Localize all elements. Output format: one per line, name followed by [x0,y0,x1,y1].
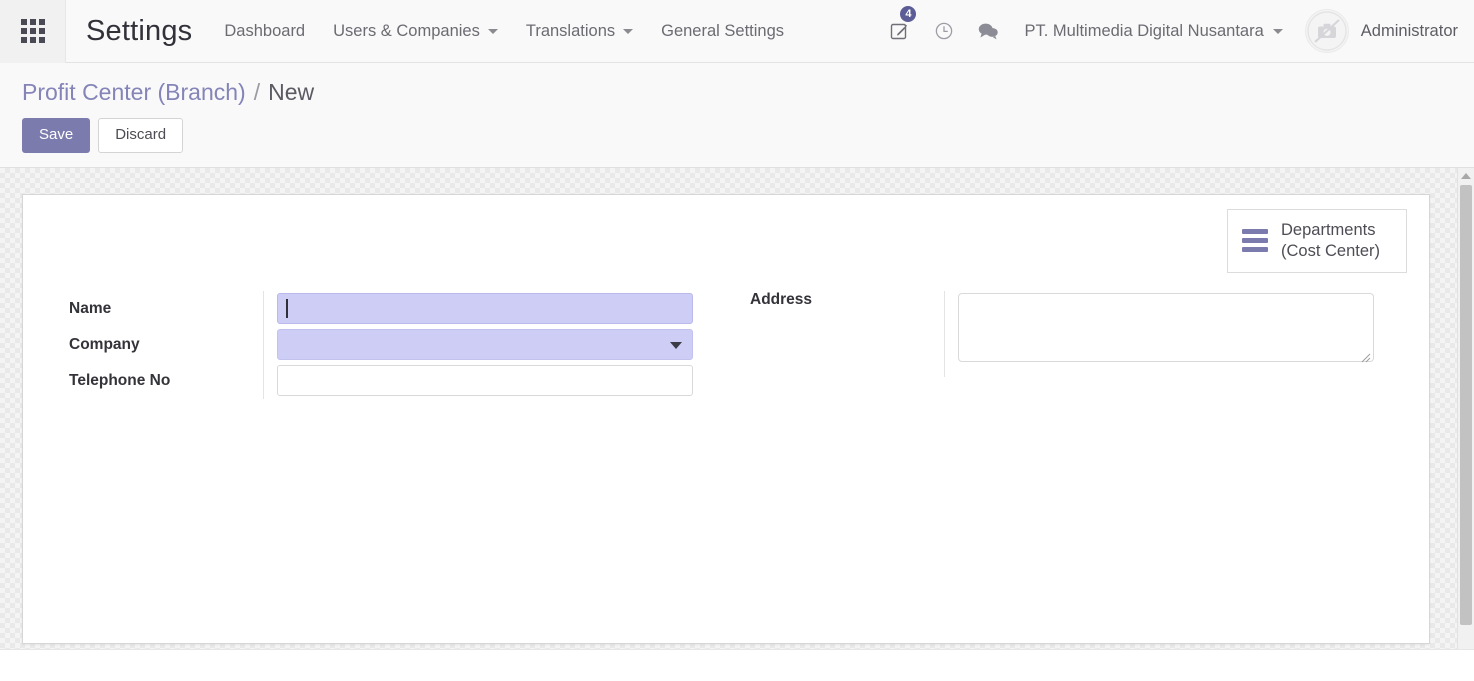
form-grid: Name Company Telephone No Address [45,290,1407,399]
avatar [1304,9,1349,53]
scrollbar-thumb[interactable] [1460,184,1472,625]
breadcrumb-parent[interactable]: Profit Center (Branch) [22,79,246,106]
breadcrumb-current: New [268,79,315,105]
field-row-address: Address [726,290,1407,381]
menu-item-label: Translations [525,21,616,40]
apps-menu-button[interactable] [0,0,66,63]
form-column-right: Address [726,290,1407,399]
breadcrumb: Profit Center (Branch) / New [22,79,1474,106]
smart-button-label: Departments (Cost Center) [1281,220,1380,262]
field-row-telephone: Telephone No [45,362,726,399]
menu-item-label: Dashboard [224,21,306,40]
company-switcher[interactable]: PT. Multimedia Digital Nusantara [1010,14,1296,49]
control-panel: Profit Center (Branch) / New Save Discar… [0,63,1474,168]
apps-grid-icon [20,19,45,43]
menu-item-label: Users & Companies [333,21,480,40]
chevron-up-icon [1461,173,1471,180]
company-input[interactable] [277,329,693,361]
text-cursor [286,299,288,319]
label-address: Address [750,290,813,308]
activities-button[interactable]: 4 [878,0,922,63]
address-textarea[interactable] [958,292,1374,362]
menu-item-general-settings[interactable]: General Settings [647,14,798,49]
form-column-left: Name Company Telephone No [45,290,726,399]
activities-badge: 4 [900,5,917,22]
discard-button[interactable]: Discard [98,118,184,153]
button-box: Departments (Cost Center) [45,208,1407,273]
clock-button[interactable] [922,0,966,63]
breadcrumb-separator: / [253,79,261,105]
chevron-down-icon [623,28,634,34]
top-navbar: Settings Dashboard Users & Companies Tra… [0,0,1474,63]
footer-strip [0,648,1474,655]
list-bars-icon [1242,229,1268,253]
vertical-scrollbar[interactable] [1457,167,1474,655]
menu-item-dashboard[interactable]: Dashboard [210,14,319,49]
menu-item-translations[interactable]: Translations [512,14,647,49]
chevron-down-icon [487,28,498,34]
company-name: PT. Multimedia Digital Nusantara [1024,21,1264,40]
label-company: Company [69,335,140,353]
scroll-up-button[interactable] [1458,167,1474,185]
name-input[interactable] [277,293,693,325]
label-telephone: Telephone No [69,371,171,389]
app-brand-title[interactable]: Settings [66,15,210,48]
smart-button-line1: Departments [1281,220,1376,239]
record-actions: Save Discard [22,118,1474,153]
company-select-wrap [277,329,693,361]
address-field-wrap [958,292,1374,367]
clock-icon [936,22,953,40]
save-button[interactable]: Save [22,118,91,153]
field-row-name: Name [45,290,726,327]
username-label: Administrator [1360,21,1458,40]
user-menu[interactable]: Administrator [1297,9,1474,53]
name-field-wrap [277,293,693,325]
settings-app-window: Settings Dashboard Users & Companies Tra… [0,0,1474,681]
sheet-wrapper: Departments (Cost Center) Name Company T… [0,168,1460,644]
label-name: Name [69,299,112,317]
chevron-down-icon [1272,28,1283,34]
chat-bubble-icon [979,23,999,40]
messages-button[interactable] [966,0,1010,63]
menu-item-label: General Settings [661,21,785,40]
record-sheet: Departments (Cost Center) Name Company T… [22,193,1430,644]
no-camera-avatar-icon [1307,11,1347,51]
field-row-company: Company [45,326,726,363]
pencil-note-icon [891,23,908,40]
systray: 4 PT. Multimedia Digital Nusantara Admin… [878,0,1474,63]
main-menu: Dashboard Users & Companies Translations… [210,14,798,49]
menu-item-users-companies[interactable]: Users & Companies [319,14,512,49]
smart-button-line2: (Cost Center) [1281,241,1381,260]
departments-smart-button[interactable]: Departments (Cost Center) [1227,208,1407,273]
form-content-area: Departments (Cost Center) Name Company T… [0,167,1474,655]
telephone-input[interactable] [277,365,693,397]
